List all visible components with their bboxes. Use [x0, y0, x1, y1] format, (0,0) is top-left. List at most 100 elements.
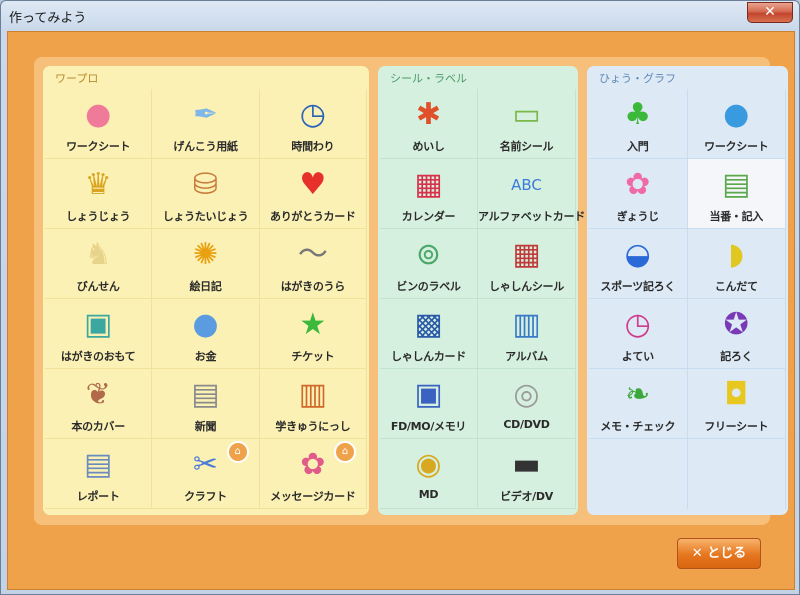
pan-icon: ◗ — [728, 237, 745, 272]
item-tile[interactable]: ✒ げんこう用紙 — [152, 89, 260, 159]
item-label: カレンダー — [401, 210, 456, 223]
item-label: クラフト — [184, 490, 227, 503]
item-tile[interactable]: ▭ 名前シール — [478, 89, 576, 159]
item-tile[interactable]: ⛁ しょうたいじょう — [152, 159, 260, 229]
item-label: ありがとうカード — [270, 210, 356, 223]
item-tile[interactable]: 〜はがきのうら — [259, 229, 367, 299]
notebook-icon: ▥ — [298, 377, 327, 412]
calendar-icon: ▦ — [414, 167, 443, 202]
stamp-icon: ▣ — [83, 307, 113, 342]
item-label: アルファベットカード — [478, 210, 585, 223]
item-tile[interactable]: ▣ はがきのおもて — [45, 299, 153, 369]
item-label: MD — [418, 488, 439, 501]
item-tile[interactable]: ▬ ビデオ/DV — [478, 439, 576, 509]
window-title: 作ってみよう — [9, 11, 87, 26]
item-tile[interactable]: ❦ 本のカバー — [45, 369, 153, 439]
item-label: チケット — [291, 350, 335, 363]
deer-icon: ♞ — [84, 237, 112, 272]
item-tile[interactable]: ▦ しゃしんシール — [478, 229, 576, 299]
item-tile[interactable]: ▤ 当番・記入 — [687, 159, 786, 229]
item-tile[interactable]: ▥ 学きゅうにっし — [259, 369, 367, 439]
item-tile[interactable]: ✂ クラフト ⌂ — [152, 439, 260, 509]
cake-icon: ⛁ — [192, 167, 219, 202]
pink-blob-icon: ● — [85, 97, 112, 132]
message-card-icon: ✿ — [300, 447, 326, 482]
item-tile[interactable]: ● ワークシート — [45, 89, 153, 159]
item-tile[interactable]: ◘ フリーシート — [687, 369, 786, 439]
item-tile[interactable]: ▦ カレンダー — [380, 159, 478, 229]
item-tile[interactable]: ● ワークシート — [687, 89, 786, 159]
item-tile[interactable]: ▣ FD/MO/メモリ — [380, 369, 478, 439]
close-label: とじる — [707, 546, 747, 561]
coin-purse-icon: ● — [192, 307, 219, 342]
item-tile[interactable]: ✺ 絵日記 — [152, 229, 260, 299]
item-tile[interactable]: ▤ レポート — [45, 439, 153, 509]
item-tile[interactable]: ♥ ありがとうカード — [259, 159, 367, 229]
item-label: しょうたいじょう — [162, 210, 249, 223]
item-tile[interactable]: ◗ こんだて — [687, 229, 786, 299]
panel-heading: ワープロ — [55, 72, 99, 85]
item-tile[interactable]: ❧ メモ・チェック — [589, 369, 688, 439]
item-tile[interactable]: ♛ しょうじょう — [45, 159, 153, 229]
item-tile[interactable]: ABC アルファベットカード — [478, 159, 585, 229]
item-label: びんせん — [76, 280, 120, 293]
trophy-icon: ♛ — [84, 167, 112, 202]
item-label: ワークシート — [66, 140, 131, 153]
app-window: 作ってみよう ✕ ワープロ ● ワークシート ✒ げんこう用紙 ◷ 時間わり ♛ しょうじょう… — [0, 0, 800, 595]
item-tile[interactable]: ★ チケット — [259, 299, 367, 369]
star-icon: ★ — [299, 307, 327, 342]
item-tile[interactable]: ▤ 新聞 — [152, 369, 260, 439]
item-tile[interactable]: ◷ 時間わり — [259, 89, 367, 159]
item-tile[interactable]: ● お金 — [152, 299, 260, 369]
abc-blocks-icon: ABC — [511, 176, 542, 194]
item-tile[interactable]: ▩ しゃしんカード — [380, 299, 478, 369]
item-label: 名前シール — [499, 140, 554, 153]
wall-clock-icon: ◷ — [624, 307, 651, 342]
item-tile[interactable]: ◒ スポーツ記ろく — [589, 229, 688, 299]
item-label: はがきのおもて — [60, 350, 136, 363]
item-label: FD/MO/メモリ — [390, 420, 467, 433]
close-dialog-button[interactable]: ✕ とじる — [677, 538, 761, 569]
bird-icon: 〜 — [297, 237, 328, 272]
item-tile[interactable]: ✿ メッセージカード ⌂ — [259, 439, 367, 509]
panel-table-graph: ひょう・グラフ ♣ 入門 ● ワークシート ✿ ぎょうじ ▤ 当番・記入 ◒ スポーツ記ろく ◗ こん… — [587, 66, 788, 515]
clipboard-icon: ▤ — [722, 167, 751, 202]
item-tile[interactable]: ◎ CD/DVD — [478, 369, 576, 439]
item-tile[interactable]: ✱ めいし — [380, 89, 478, 159]
item-tile[interactable]: ▥ アルバム — [478, 299, 576, 369]
panel-sticker-label: シール・ラベル ✱ めいし ▭ 名前シール ▦ カレンダー ABC アルファベットカード ⊚ ビン… — [378, 66, 585, 515]
item-tile[interactable]: ⊚ ビンのラベル — [380, 229, 478, 299]
item-grid: ● ワークシート ✒ げんこう用紙 ◷ 時間わり ♛ しょうじょう ⛁ しょうたいじょう ♥ ありがと… — [45, 89, 367, 512]
home-badge-icon: ⌂ — [226, 441, 249, 463]
item-tile[interactable]: ♣ 入門 — [589, 89, 688, 159]
item-label: ぎょうじ — [616, 210, 660, 223]
window-close-button[interactable]: ✕ — [747, 2, 793, 23]
item-tile[interactable]: ✿ ぎょうじ — [589, 159, 688, 229]
item-label: アルバム — [505, 350, 548, 363]
sakura-icon: ✿ — [625, 167, 651, 202]
item-tile[interactable]: ◷ よてい — [589, 299, 688, 369]
item-label: ビンのラベル — [396, 280, 461, 293]
album-icon: ▥ — [512, 307, 541, 342]
item-grid: ✱ めいし ▭ 名前シール ▦ カレンダー ABC アルファベットカード ⊚ ビンのラベル ▦ しゃし… — [380, 89, 585, 512]
item-label: メッセージカード — [270, 490, 356, 503]
item-label: めいし — [412, 140, 445, 153]
item-label: こんだて — [714, 280, 758, 293]
item-label: フリーシート — [704, 420, 769, 433]
empty-cell — [589, 439, 688, 509]
item-label: げんこう用紙 — [173, 140, 238, 153]
panel-heading: シール・ラベル — [390, 72, 467, 85]
item-tile[interactable]: ✪ 記ろく — [687, 299, 786, 369]
item-tile[interactable]: ♞ びんせん — [45, 229, 153, 299]
title-bar: 作ってみよう ✕ — [1, 1, 799, 31]
panel-heading: ひょう・グラフ — [599, 72, 676, 85]
item-label: レポート — [76, 490, 120, 503]
close-icon: ✕ — [691, 546, 703, 561]
item-label: よてい — [621, 350, 654, 363]
item-label: はがきのうら — [280, 280, 346, 293]
panel-wordpro: ワープロ ● ワークシート ✒ げんこう用紙 ◷ 時間わり ♛ しょうじょう ⛁ しょうたいじょう… — [43, 66, 369, 515]
jar-icon: ⊚ — [415, 237, 442, 272]
cd-icon: ◎ — [513, 377, 540, 412]
item-tile[interactable]: ◉ MD — [380, 439, 478, 509]
leaf-icon: ❦ — [85, 377, 111, 412]
